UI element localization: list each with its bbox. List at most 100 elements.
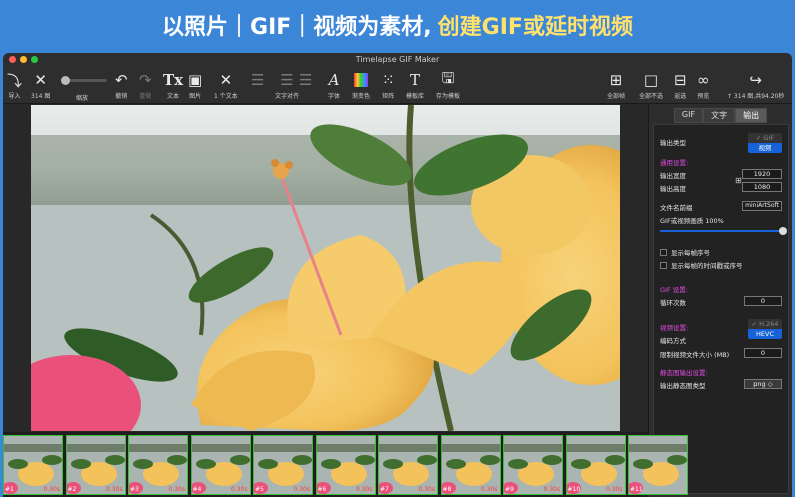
filename-prefix-field[interactable]: miniArtSoft <box>742 201 782 211</box>
import-button[interactable]: ⤵ 导入 <box>7 71 22 101</box>
square-icon: □ <box>643 71 659 89</box>
show-frame-index-checkbox[interactable]: 显示每帧序号 <box>660 247 710 257</box>
show-frame-time-checkbox[interactable]: 显示每帧的时间戳或序号 <box>660 260 743 270</box>
zoom-slider-knob[interactable] <box>61 76 70 85</box>
font-icon: A <box>328 71 340 89</box>
frame-number: #11 <box>630 486 643 493</box>
zoom-window-button[interactable] <box>31 56 38 63</box>
output-width-label: 输出宽度 <box>660 172 686 180</box>
redo-icon: ↷ <box>139 71 152 89</box>
template-library-button[interactable]: T 模板库 <box>406 71 424 100</box>
add-image-button[interactable]: ▣ 图片 <box>188 71 202 100</box>
codec-selector[interactable]: ✓ H.264 HEVC <box>748 319 782 339</box>
share-arrow-icon: ↪ <box>749 71 762 89</box>
align-right-button[interactable]: ☰ <box>299 71 312 89</box>
frame-duration: 0.30s <box>168 486 186 493</box>
codec-label: 编码方式 <box>660 337 686 345</box>
frame-thumbnail[interactable]: #6 0.30s <box>315 435 376 495</box>
banner-highlight: 创建GIF或延时视频 <box>437 15 633 40</box>
frame-thumbnail[interactable]: #1 0.30s <box>3 435 63 495</box>
frame-thumbnail[interactable]: #9 0.30s <box>503 435 563 495</box>
zoom-slider[interactable] <box>61 76 107 85</box>
photo-preview[interactable] <box>31 105 620 431</box>
add-text-button[interactable]: Tx 文本 <box>163 71 183 100</box>
filename-prefix-label: 文件名前缀 <box>660 204 693 212</box>
frame-number: #9 <box>505 486 514 493</box>
limit-size-label: 限制视频文件大小 (MB) <box>660 351 730 359</box>
output-height-field[interactable]: 1080 <box>742 182 782 192</box>
frame-thumbnail[interactable]: #11 <box>628 435 688 495</box>
quality-slider[interactable] <box>660 227 787 235</box>
frame-number: #2 <box>67 486 77 493</box>
output-type-selector[interactable]: ✓ GIF 视频 <box>748 133 782 153</box>
tab-output[interactable]: 输出 <box>735 108 768 123</box>
codec-hevc-option[interactable]: HEVC <box>748 329 782 339</box>
matrix-button[interactable]: ⁙ 矩阵 <box>382 71 395 100</box>
delete-button[interactable]: ✕ 314 图 <box>31 71 50 100</box>
close-icon: ✕ <box>219 71 233 89</box>
text-icon: Tx <box>163 71 184 89</box>
preview-button[interactable]: ∞ 预览 <box>697 71 710 100</box>
glasses-icon: ∞ <box>697 71 710 89</box>
gradient-button[interactable]: 渐变色 <box>352 71 370 100</box>
frame-thumbnail[interactable]: #8 0.30s <box>440 435 501 495</box>
align-left-button[interactable]: ☰ <box>251 71 264 89</box>
frame-thumbnail[interactable]: #5 0.30s <box>253 435 313 495</box>
gif-settings-heading: GIF 设置: <box>660 286 688 294</box>
invert-selection-button[interactable]: ⊟ 返选 <box>674 71 687 100</box>
promo-banner: 以照片｜GIF｜视频为素材, 创建GIF或延时视频 <box>0 0 795 50</box>
align-center-button[interactable]: ☰ 文字对齐 <box>275 71 299 100</box>
output-type-label: 输出类型 <box>660 139 686 147</box>
loop-count-field[interactable]: 0 <box>744 296 782 306</box>
invert-icon: ⊟ <box>674 71 687 89</box>
frame-thumbnail[interactable]: #7 0.30s <box>378 435 438 495</box>
select-all-button[interactable]: ⊞ 全部帧 <box>607 71 625 100</box>
frame-number: #1 <box>5 486 14 493</box>
close-window-button[interactable] <box>9 56 16 63</box>
remove-text-button[interactable]: ✕ 1 个文本 <box>214 71 238 100</box>
toolbar: ⤵ 导入 ✕ 314 图 缩放 ↶ 撤销 ↷ 重做 Tx 文本 ▣ 图片 ✕ 1 个文本 ☰ … <box>3 67 792 104</box>
general-settings-heading: 通用设置: <box>660 159 689 167</box>
still-type-select[interactable]: png ◇ <box>744 379 782 389</box>
save-template-button[interactable]: 🖫 存为模板 <box>436 69 460 101</box>
frame-thumbnail[interactable]: #2 0.30s <box>65 435 126 495</box>
export-button[interactable]: ↪ ↑ 314 图,共94.20秒 <box>727 71 784 100</box>
frame-thumbnail[interactable]: #3 0.30s <box>128 435 188 495</box>
hibiscus-photo <box>31 105 620 431</box>
tab-gif[interactable]: GIF <box>673 108 704 123</box>
deselect-all-button[interactable]: □ 全部不选 <box>639 71 663 100</box>
frame-duration: 0.30s <box>43 486 61 493</box>
frame-number: #10 <box>567 486 581 493</box>
codec-h264-option[interactable]: ✓ H.264 <box>748 319 782 329</box>
tab-text[interactable]: 文字 <box>703 108 736 123</box>
limit-size-field[interactable]: 0 <box>744 348 782 358</box>
image-icon: ▣ <box>188 71 203 89</box>
output-width-field[interactable]: 1920 <box>742 169 782 179</box>
frame-thumbnail[interactable]: #4 0.30s <box>190 435 251 495</box>
quality-slider-knob[interactable] <box>779 227 787 235</box>
still-settings-heading: 静态图输出设置: <box>660 369 708 377</box>
panel-tabs: GIF 文字 输出 <box>649 108 792 123</box>
window-title: Timelapse GIF Maker <box>355 55 440 64</box>
link-ratio-icon[interactable]: ⊞ <box>735 176 742 185</box>
redo-button[interactable]: ↷ 重做 <box>139 71 152 100</box>
output-height-label: 输出高度 <box>660 185 686 193</box>
frame-duration: 0.30s <box>106 486 123 493</box>
frame-duration: 0.30s <box>231 486 248 493</box>
frame-thumbnail[interactable]: #10 0.30s <box>565 435 626 495</box>
gradient-icon <box>354 71 368 89</box>
output-gif-option[interactable]: ✓ GIF <box>748 133 782 143</box>
frame-number: #3 <box>130 486 139 493</box>
frame-number: #8 <box>442 486 452 493</box>
minimize-window-button[interactable] <box>20 56 27 63</box>
video-settings-heading: 视频设置: <box>660 324 689 332</box>
align-right-icon: ☰ <box>299 71 313 89</box>
undo-button[interactable]: ↶ 撤销 <box>115 71 128 100</box>
font-button[interactable]: A 字体 <box>328 71 340 100</box>
app-window: Timelapse GIF Maker ⤵ 导入 ✕ 314 图 缩放 ↶ 撤销 ↷ 重… <box>3 53 792 497</box>
still-type-label: 输出静态图类型 <box>660 382 706 390</box>
frame-duration: 0.30s <box>481 486 498 493</box>
frame-duration: 0.30s <box>293 486 311 493</box>
output-video-option[interactable]: 视频 <box>748 143 782 153</box>
frame-number: #4 <box>192 486 202 493</box>
